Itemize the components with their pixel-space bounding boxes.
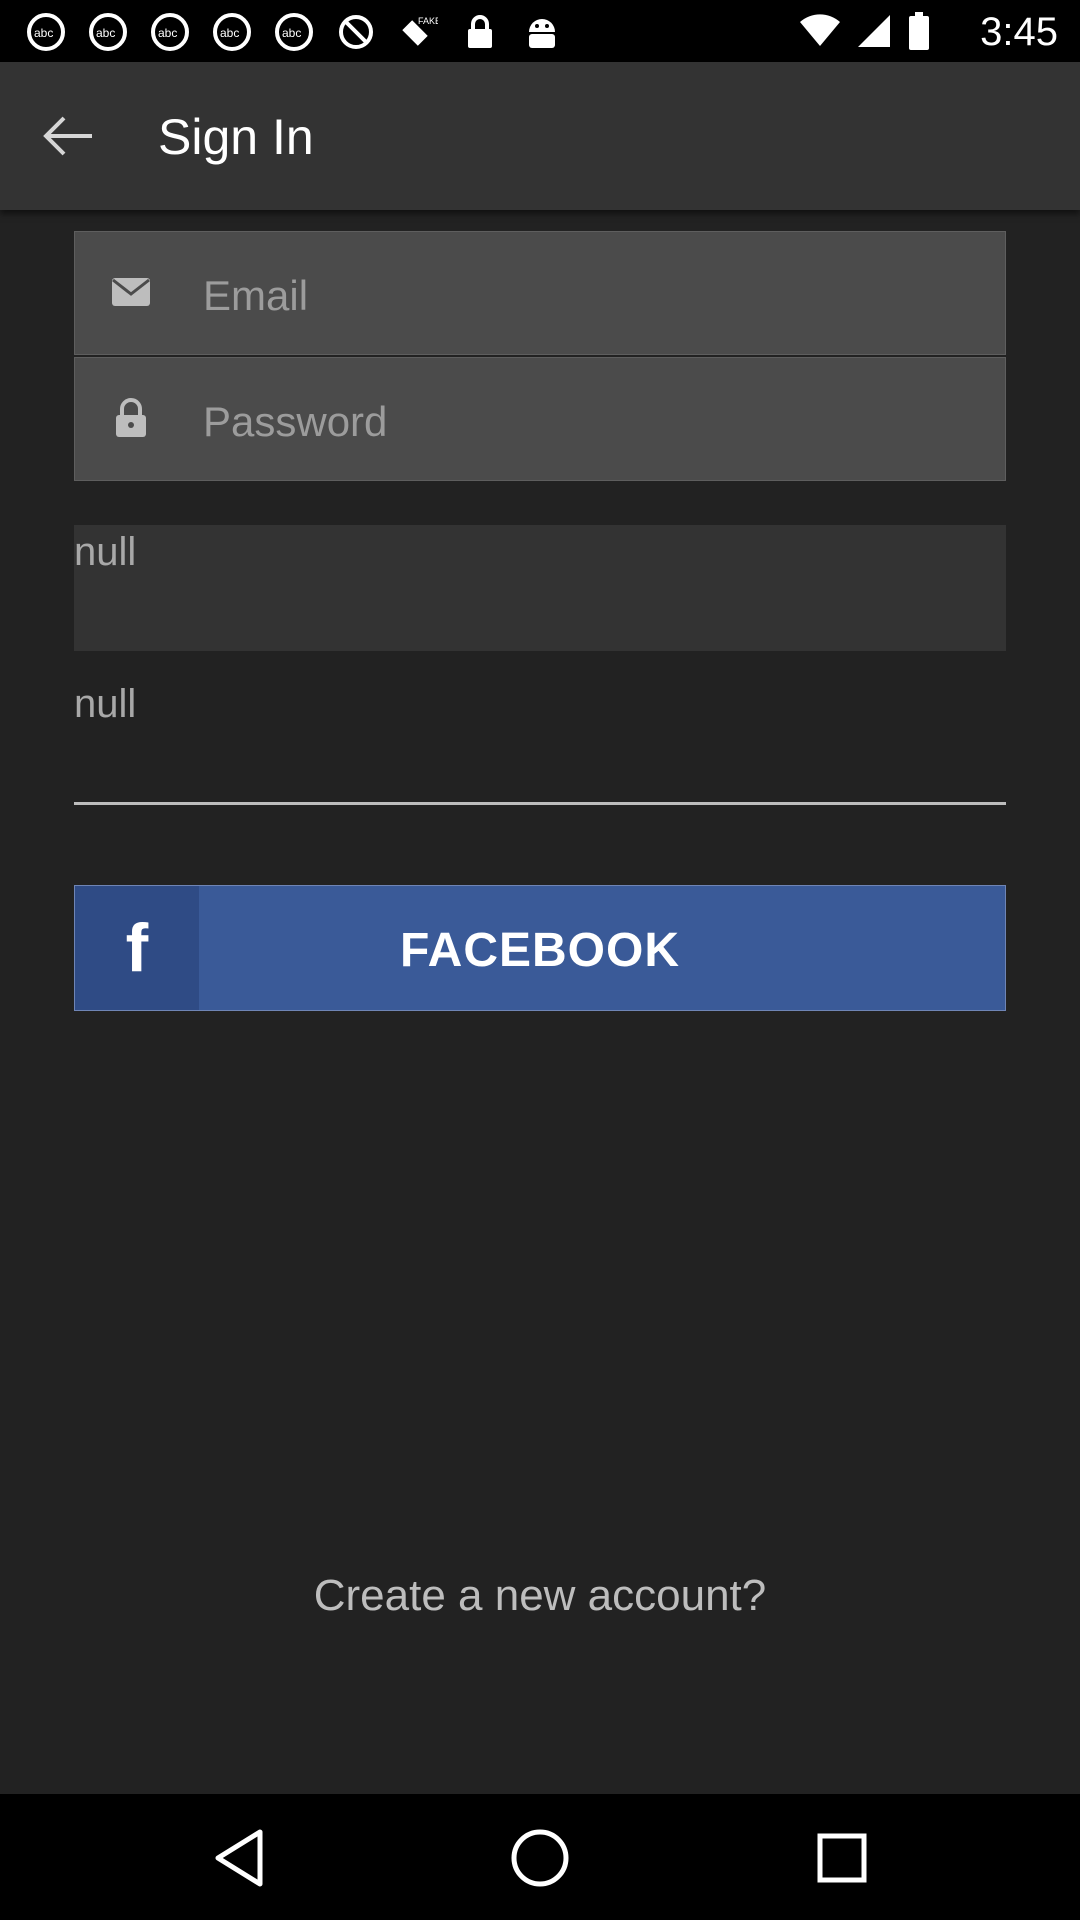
app-bar: Sign In <box>0 62 1080 210</box>
null-field-box[interactable] <box>74 525 1006 651</box>
null-field-2-underline <box>74 802 1006 805</box>
status-bar: abc abc abc abc abc FAKE <box>0 0 1080 62</box>
facebook-login-button[interactable]: f FACEBOOK <box>74 885 1006 1011</box>
email-field[interactable]: Email <box>74 231 1006 355</box>
abc7-news-icon: abc <box>88 12 128 52</box>
nav-back-button[interactable] <box>204 1822 276 1894</box>
abc7-news-icon: abc <box>26 12 66 52</box>
lock-icon <box>460 12 500 52</box>
page-title: Sign In <box>158 109 314 165</box>
envelope-icon <box>109 270 153 314</box>
fake-label: FAKE <box>418 16 438 26</box>
email-placeholder: Email <box>203 272 309 319</box>
system-nav-bar <box>0 1794 1080 1920</box>
svg-text:abc: abc <box>96 26 115 40</box>
system-status-icons <box>800 12 930 55</box>
abc7-news-icon: abc <box>150 12 190 52</box>
fake-gps-icon: FAKE <box>398 12 438 52</box>
circle-home-icon <box>511 1829 569 1887</box>
lock-icon <box>109 396 153 440</box>
null-field-1-text: null <box>74 530 137 574</box>
null-field-2-text[interactable]: null <box>74 682 136 727</box>
no-entry-icon <box>336 12 376 52</box>
clock: 3:45 <box>980 10 1058 54</box>
android-icon <box>522 12 562 52</box>
svg-text:abc: abc <box>158 26 177 40</box>
square-recents-icon <box>817 1833 867 1883</box>
create-account-link[interactable]: Create a new account? <box>0 1571 1080 1621</box>
svg-text:abc: abc <box>220 26 239 40</box>
nav-home-button[interactable] <box>504 1822 576 1894</box>
wifi-icon <box>800 14 840 53</box>
back-button[interactable] <box>38 106 98 166</box>
arrow-back-icon <box>43 116 92 156</box>
svg-text:abc: abc <box>282 26 301 40</box>
nav-recents-button[interactable] <box>806 1822 878 1894</box>
triangle-back-icon <box>215 1829 263 1887</box>
abc7-news-icon: abc <box>274 12 314 52</box>
signal-icon <box>856 13 892 54</box>
password-field[interactable]: Password <box>74 357 1006 481</box>
svg-text:abc: abc <box>34 26 53 40</box>
facebook-button-label: FACEBOOK <box>399 924 680 977</box>
battery-icon <box>908 12 930 55</box>
password-placeholder: Password <box>203 398 388 445</box>
abc7-news-icon: abc <box>212 12 252 52</box>
notification-icons: abc abc abc abc abc FAKE <box>26 12 562 52</box>
